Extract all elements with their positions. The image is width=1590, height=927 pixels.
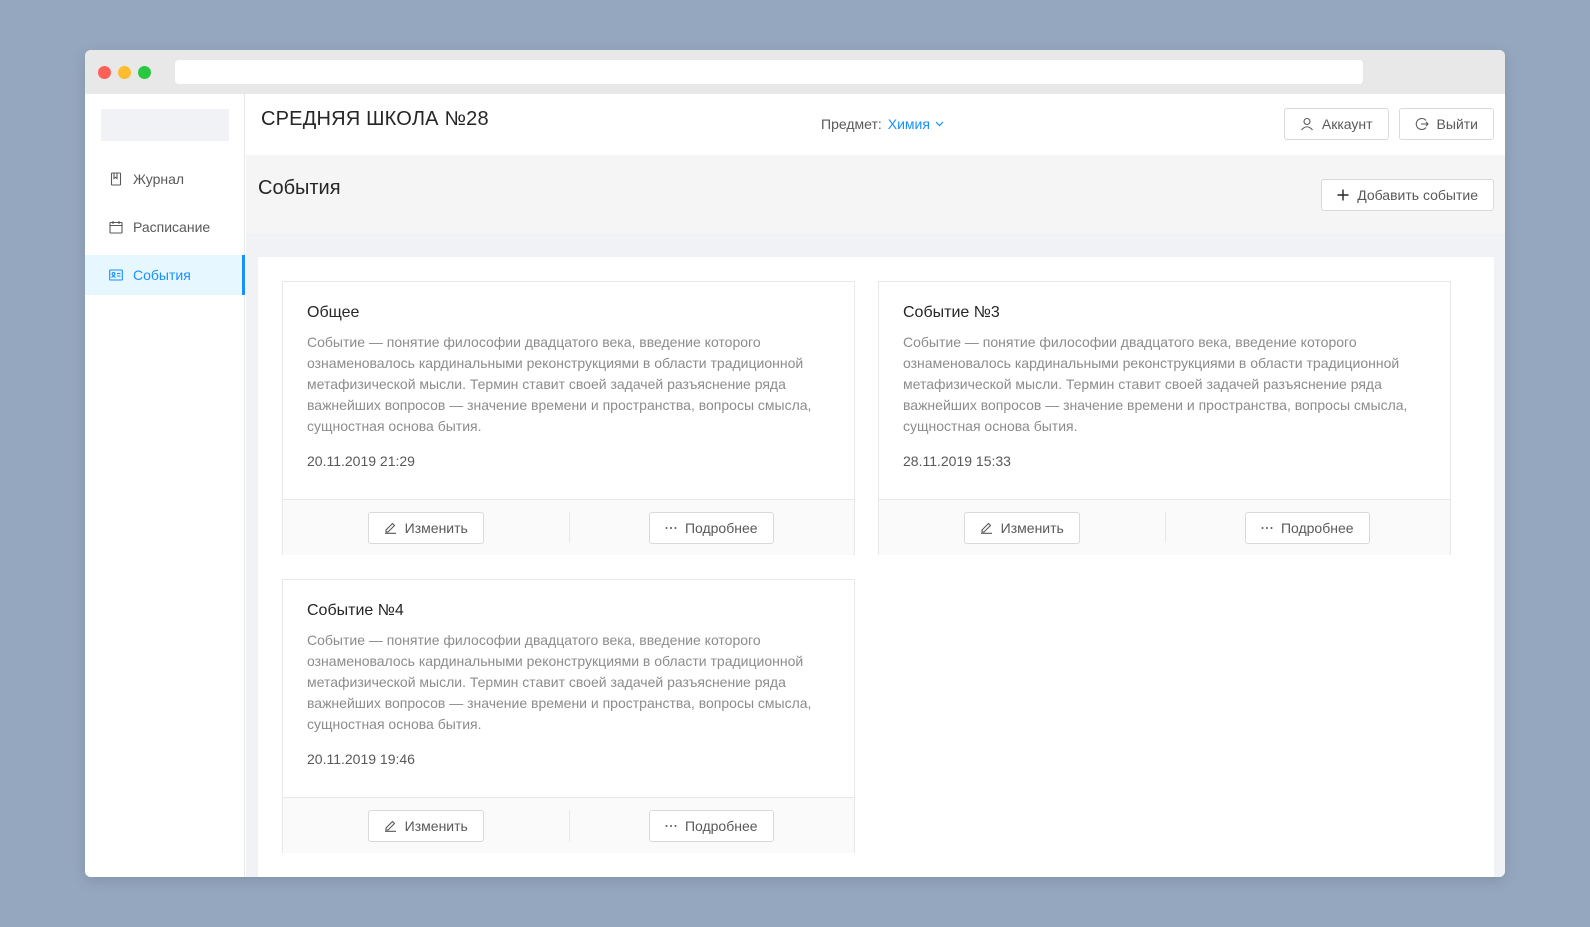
calendar-icon [109, 220, 123, 234]
subject-label: Предмет: [821, 116, 882, 132]
edit-label: Изменить [404, 519, 468, 536]
details-label: Подробнее [684, 519, 758, 536]
event-date: 28.11.2019 15:33 [903, 453, 1011, 469]
sidebar-item-journal[interactable]: Журнал [85, 159, 244, 199]
event-card: Событие №3 Событие — понятие философии д… [878, 281, 1451, 555]
event-title: Событие №4 [307, 602, 404, 619]
address-bar[interactable] [175, 60, 1363, 84]
event-card-body: Событие №3 Событие — понятие философии д… [879, 282, 1450, 499]
event-details-button[interactable]: Подробнее [648, 809, 774, 842]
edit-event-button[interactable]: Изменить [367, 511, 484, 544]
ellipsis-icon [665, 526, 677, 529]
page-header: События Добавить событие [246, 155, 1505, 233]
event-description: Событие — понятие философии двадцатого в… [903, 334, 1408, 434]
event-card-actions: Изменить Подробнее [283, 499, 854, 555]
edit-label: Изменить [404, 817, 468, 834]
event-card-body: Событие №4 Событие — понятие философии д… [283, 580, 854, 797]
edit-label: Изменить [1000, 519, 1064, 536]
logout-icon [1415, 118, 1429, 130]
maximize-window-button[interactable] [138, 66, 151, 79]
account-button-label: Аккаунт [1321, 116, 1373, 132]
event-title: Событие №3 [903, 304, 1000, 321]
edit-icon [980, 522, 992, 534]
browser-titlebar [85, 50, 1505, 94]
details-label: Подробнее [684, 817, 758, 834]
sidebar-item-label: Журнал [133, 171, 185, 187]
event-card-body: Общее Событие — понятие философии двадца… [283, 282, 854, 499]
logout-button[interactable]: Выйти [1398, 108, 1494, 140]
edit-icon [384, 820, 396, 832]
sidebar-item-events[interactable]: События [85, 255, 245, 295]
user-icon [1300, 117, 1313, 131]
edit-event-button[interactable]: Изменить [367, 809, 484, 842]
ellipsis-icon [665, 824, 677, 827]
event-title: Общее [307, 304, 360, 321]
event-card-actions: Изменить Подробнее [879, 499, 1450, 555]
action-slot: Подробнее [568, 798, 855, 853]
edit-icon [384, 522, 396, 534]
events-panel: Общее Событие — понятие философии двадца… [258, 257, 1494, 877]
add-event-label: Добавить событие [1357, 187, 1478, 203]
action-slot: Изменить [879, 500, 1165, 555]
event-date: 20.11.2019 19:46 [307, 751, 415, 767]
event-date: 20.11.2019 21:29 [307, 453, 415, 469]
subject-value: Химия [887, 116, 930, 132]
minimize-window-button[interactable] [118, 66, 131, 79]
sidebar-menu: Журнал Расписание События [85, 159, 245, 303]
edit-event-button[interactable]: Изменить [963, 511, 1080, 544]
action-slot: Изменить [283, 798, 569, 853]
account-button[interactable]: Аккаунт [1283, 108, 1389, 140]
sidebar: Журнал Расписание События [85, 94, 245, 877]
subject-dropdown[interactable]: Химия [888, 116, 944, 132]
event-card-actions: Изменить Подробнее [283, 797, 854, 853]
page-title: События [258, 177, 341, 199]
chevron-down-icon [935, 121, 944, 127]
plus-icon [1337, 189, 1349, 201]
sidebar-item-schedule[interactable]: Расписание [85, 207, 244, 247]
event-card: Общее Событие — понятие философии двадца… [282, 281, 855, 555]
event-card: Событие №4 Событие — понятие философии д… [282, 579, 855, 853]
school-name: СРЕДНЯЯ ШКОЛА №28 [261, 108, 489, 130]
action-slot: Подробнее [1164, 500, 1451, 555]
header-actions: Аккаунт Выйти [1283, 108, 1494, 140]
logout-button-label: Выйти [1436, 116, 1478, 132]
event-description: Событие — понятие философии двадцатого в… [307, 632, 812, 732]
content-area: События Добавить событие Общее Событие —… [246, 155, 1505, 877]
id-card-icon [109, 268, 123, 282]
subject-selector: Предмет: Химия [821, 116, 944, 132]
book-icon [109, 172, 123, 186]
action-slot: Изменить [283, 500, 569, 555]
event-description: Событие — понятие философии двадцатого в… [307, 334, 812, 434]
sidebar-item-label: События [133, 267, 191, 283]
add-event-button[interactable]: Добавить событие [1321, 179, 1494, 211]
logo-placeholder [101, 109, 229, 141]
ellipsis-icon [1261, 526, 1273, 529]
event-details-button[interactable]: Подробнее [648, 511, 774, 544]
action-slot: Подробнее [568, 500, 855, 555]
event-details-button[interactable]: Подробнее [1244, 511, 1370, 544]
details-label: Подробнее [1280, 519, 1354, 536]
top-header: СРЕДНЯЯ ШКОЛА №28 Предмет: Химия Аккаунт… [245, 94, 1505, 155]
close-window-button[interactable] [98, 66, 111, 79]
sidebar-item-label: Расписание [133, 219, 211, 235]
browser-window: Журнал Расписание События СРЕДНЯЯ ШКОЛА … [85, 50, 1505, 877]
